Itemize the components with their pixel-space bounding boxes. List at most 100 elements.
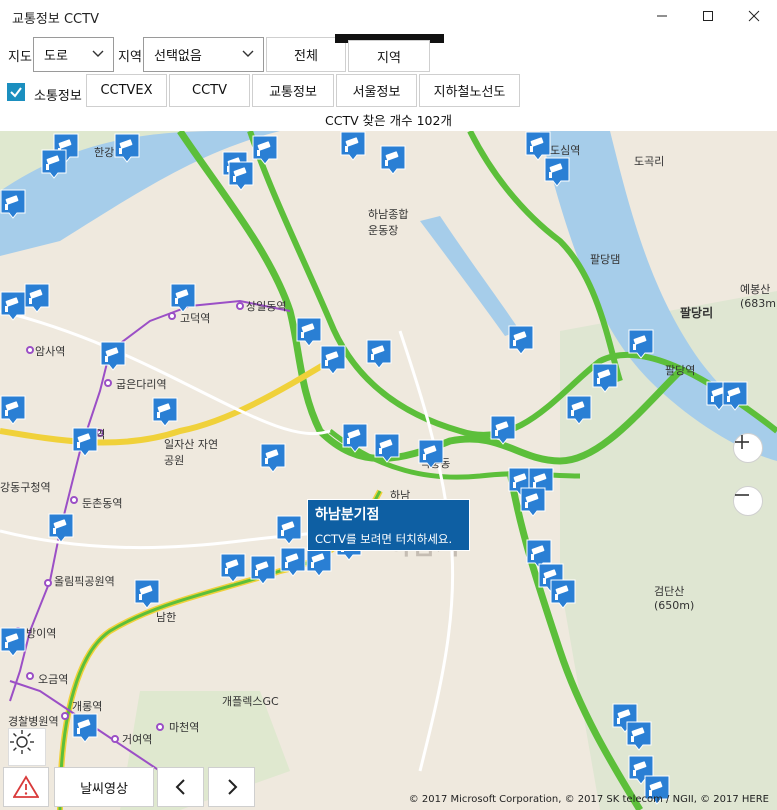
- map-label: 예봉산 (683m): [740, 283, 777, 310]
- cctv-marker-icon[interactable]: [566, 395, 592, 425]
- subway-line-5: [9, 299, 291, 702]
- cctv-marker-icon[interactable]: [544, 157, 570, 187]
- warning-icon: [13, 775, 39, 798]
- plus-icon: [735, 435, 749, 449]
- zoom-out-button[interactable]: [733, 486, 763, 516]
- cctv-marker-icon[interactable]: [340, 131, 366, 161]
- cctv-marker-icon[interactable]: [490, 415, 516, 445]
- map-label: 도심역: [550, 144, 581, 157]
- map-type-value: 도로: [44, 49, 68, 64]
- cctv-marker-icon[interactable]: [220, 553, 246, 583]
- window-title: 교통정보 CCTV: [12, 12, 99, 27]
- prev-button[interactable]: [157, 767, 204, 807]
- next-button[interactable]: [208, 767, 255, 807]
- cctv-marker-icon[interactable]: [722, 381, 748, 411]
- cctv-marker-icon[interactable]: [0, 291, 26, 321]
- minimize-button[interactable]: [639, 0, 685, 32]
- cctv-marker-icon[interactable]: [72, 427, 98, 457]
- map-label: 팔당역: [665, 364, 696, 377]
- map-label: 팔당댐: [590, 253, 621, 266]
- cctv-marker-icon[interactable]: [296, 317, 322, 347]
- cctv-marker-icon[interactable]: [228, 161, 254, 191]
- cctv-marker-icon[interactable]: [252, 135, 278, 165]
- map-type-select[interactable]: 도로: [33, 37, 114, 72]
- cctv-marker-icon[interactable]: [418, 439, 444, 469]
- cctv-marker-icon[interactable]: [320, 345, 346, 375]
- map-label: 개플렉스GC: [222, 695, 279, 708]
- cctv-marker-icon[interactable]: [114, 133, 140, 163]
- cctv-marker-icon[interactable]: [342, 423, 368, 453]
- map-label: 상일동역: [246, 300, 287, 313]
- map-label: 남한: [156, 611, 177, 624]
- map-label: 거여역: [122, 733, 153, 746]
- cctv-marker-icon[interactable]: [592, 363, 618, 393]
- cctv-marker-icon[interactable]: [628, 329, 654, 359]
- map-label: 굽은다리역: [116, 378, 167, 391]
- cctv-marker-icon[interactable]: [48, 513, 74, 543]
- map-label: 도곡리: [634, 155, 665, 168]
- weather-video-button[interactable]: 날씨영상: [54, 767, 154, 807]
- chevron-down-icon: [92, 50, 104, 57]
- region-value: 선택없음: [154, 49, 202, 64]
- canal: [420, 216, 520, 336]
- map-label: 올림픽공원역: [54, 575, 115, 588]
- cctv-callout[interactable]: 하남분기점 CCTV를 보려면 터치하세요.: [307, 499, 470, 551]
- minus-icon: [735, 494, 749, 496]
- cctv-marker-icon[interactable]: [72, 713, 98, 743]
- region-button[interactable]: 지역: [348, 40, 430, 72]
- cctv-marker-icon[interactable]: [626, 721, 652, 751]
- cctv-marker-icon[interactable]: [260, 443, 286, 473]
- cctv-marker-icon[interactable]: [0, 189, 26, 219]
- cctv-marker-icon[interactable]: [250, 555, 276, 585]
- cctv-marker-icon[interactable]: [0, 627, 26, 657]
- traffic-checkbox[interactable]: [7, 83, 25, 101]
- seoul-info-button[interactable]: 서울정보: [336, 74, 417, 107]
- traffic-check-label: 소통정보: [34, 89, 82, 104]
- cctv-marker-icon[interactable]: [276, 515, 302, 545]
- chevron-right-icon: [227, 779, 237, 795]
- map-label: 하남종합 운동장: [368, 208, 409, 237]
- cctv-marker-icon[interactable]: [41, 149, 67, 179]
- cctv-marker-icon[interactable]: [170, 283, 196, 313]
- region-select[interactable]: 선택없음: [143, 37, 264, 72]
- region-label: 지역: [118, 50, 142, 65]
- cctv-marker-icon[interactable]: [100, 341, 126, 371]
- callout-subtitle: CCTV를 보려면 터치하세요.: [315, 532, 453, 546]
- zoom-in-button[interactable]: [733, 433, 763, 463]
- map-type-label: 지도: [8, 50, 32, 65]
- brightness-button[interactable]: [8, 728, 46, 766]
- map-label: 방이역: [26, 627, 57, 640]
- map-label: 개롱역: [72, 700, 103, 713]
- sun-icon: [10, 730, 34, 754]
- cctvex-button[interactable]: CCTVEX: [86, 74, 167, 107]
- map-copyright: © 2017 Microsoft Corporation, © 2017 SK …: [408, 794, 769, 805]
- map-label: 오금역: [38, 673, 69, 686]
- cctv-marker-icon[interactable]: [24, 283, 50, 313]
- warning-button[interactable]: [3, 767, 49, 807]
- cctv-marker-icon[interactable]: [508, 325, 534, 355]
- traffic-info-button[interactable]: 교통정보: [252, 74, 334, 107]
- all-button[interactable]: 전체: [266, 37, 346, 72]
- map-label: 마천역: [169, 721, 200, 734]
- cctv-button[interactable]: CCTV: [169, 74, 250, 107]
- cctv-marker-icon[interactable]: [380, 145, 406, 175]
- cctv-marker-icon[interactable]: [0, 395, 26, 425]
- cctv-marker-icon[interactable]: [550, 579, 576, 609]
- map-label: 검단산 (650m): [654, 585, 695, 612]
- cctv-marker-icon[interactable]: [152, 397, 178, 427]
- cctv-marker-icon[interactable]: [280, 547, 306, 577]
- cctv-marker-icon[interactable]: [520, 487, 546, 517]
- cctv-marker-icon[interactable]: [374, 433, 400, 463]
- title-bar: 교통정보 CCTV: [0, 0, 777, 32]
- map-label: 팔당리: [680, 306, 714, 320]
- checkmark-icon: [10, 87, 22, 98]
- close-button[interactable]: [731, 0, 777, 32]
- maximize-button[interactable]: [685, 0, 731, 32]
- callout-title: 하남분기점: [315, 507, 380, 523]
- cctv-marker-icon[interactable]: [306, 547, 332, 577]
- cctv-marker-icon[interactable]: [366, 339, 392, 369]
- chevron-left-icon: [175, 779, 185, 795]
- subway-map-button[interactable]: 지하철노선도: [419, 74, 520, 107]
- map-view[interactable]: 암사역 굽은다리역 길동역 둔촌동역 올림픽공원역 방이역 오금역 개롱역 거여…: [0, 131, 777, 810]
- cctv-marker-icon[interactable]: [134, 579, 160, 609]
